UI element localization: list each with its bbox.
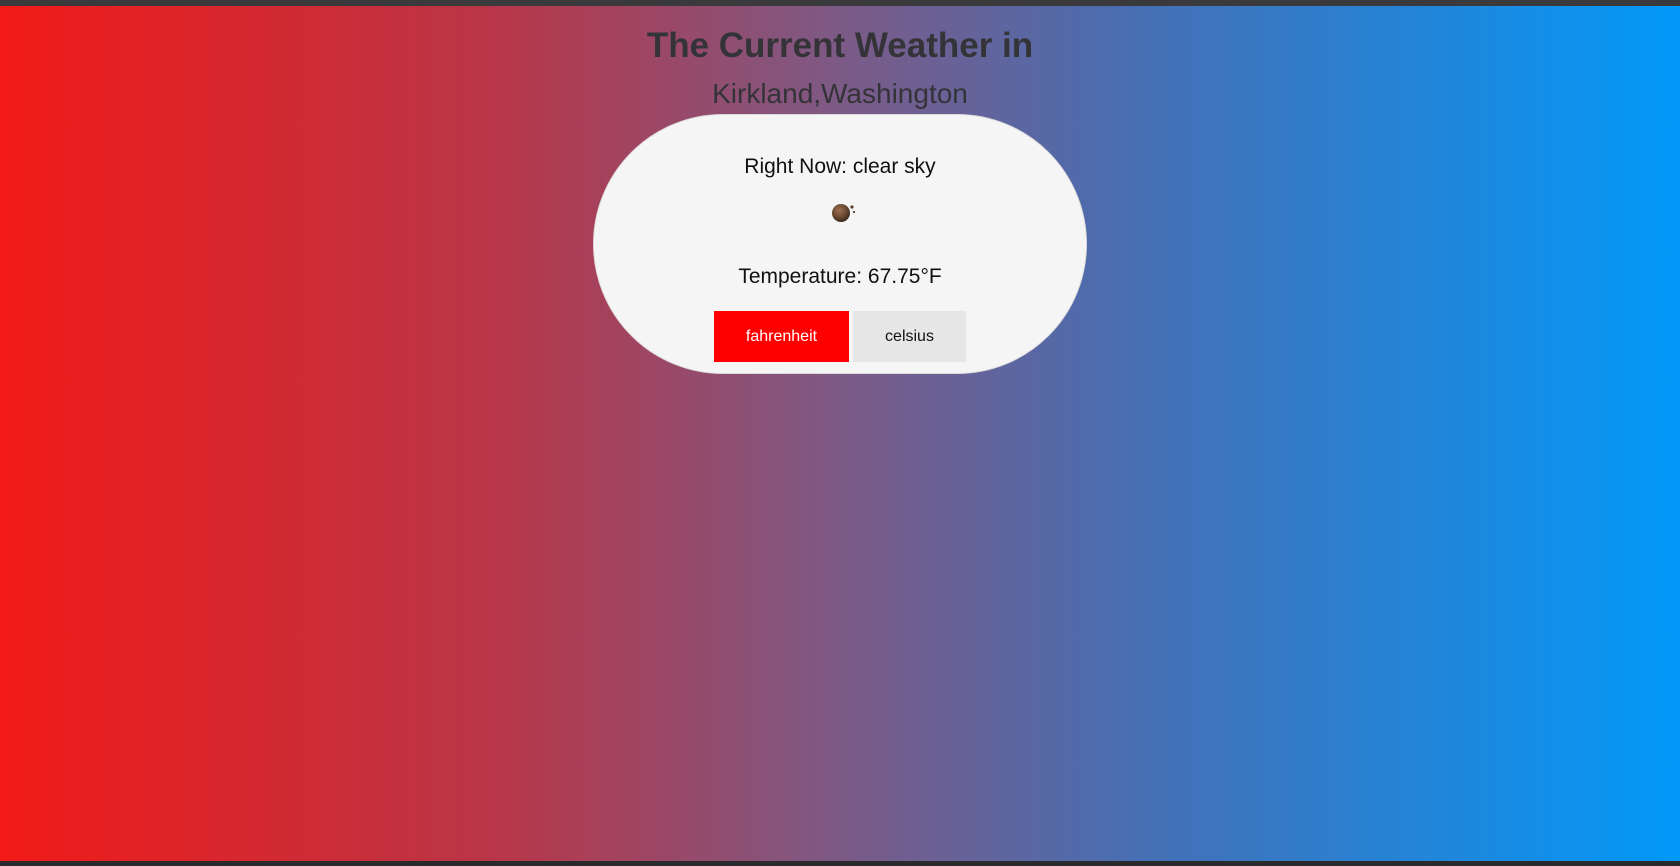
location-heading: Kirkland,Washington [712,78,968,109]
temperature-readout: Temperature: 67.75°F [738,265,942,288]
clear-sky-night-icon [832,204,856,222]
fahrenheit-button[interactable]: fahrenheit [714,311,849,362]
celsius-button[interactable]: celsius [853,311,966,362]
page-background: The Current Weather in Kirkland,Washingt… [0,6,1680,861]
current-condition: Right Now: clear sky [744,155,936,178]
window-bottom-edge [0,861,1680,866]
weather-card: Right Now: clear sky Temperature: 67.75°… [593,114,1087,374]
page-title: The Current Weather in [646,26,1034,65]
